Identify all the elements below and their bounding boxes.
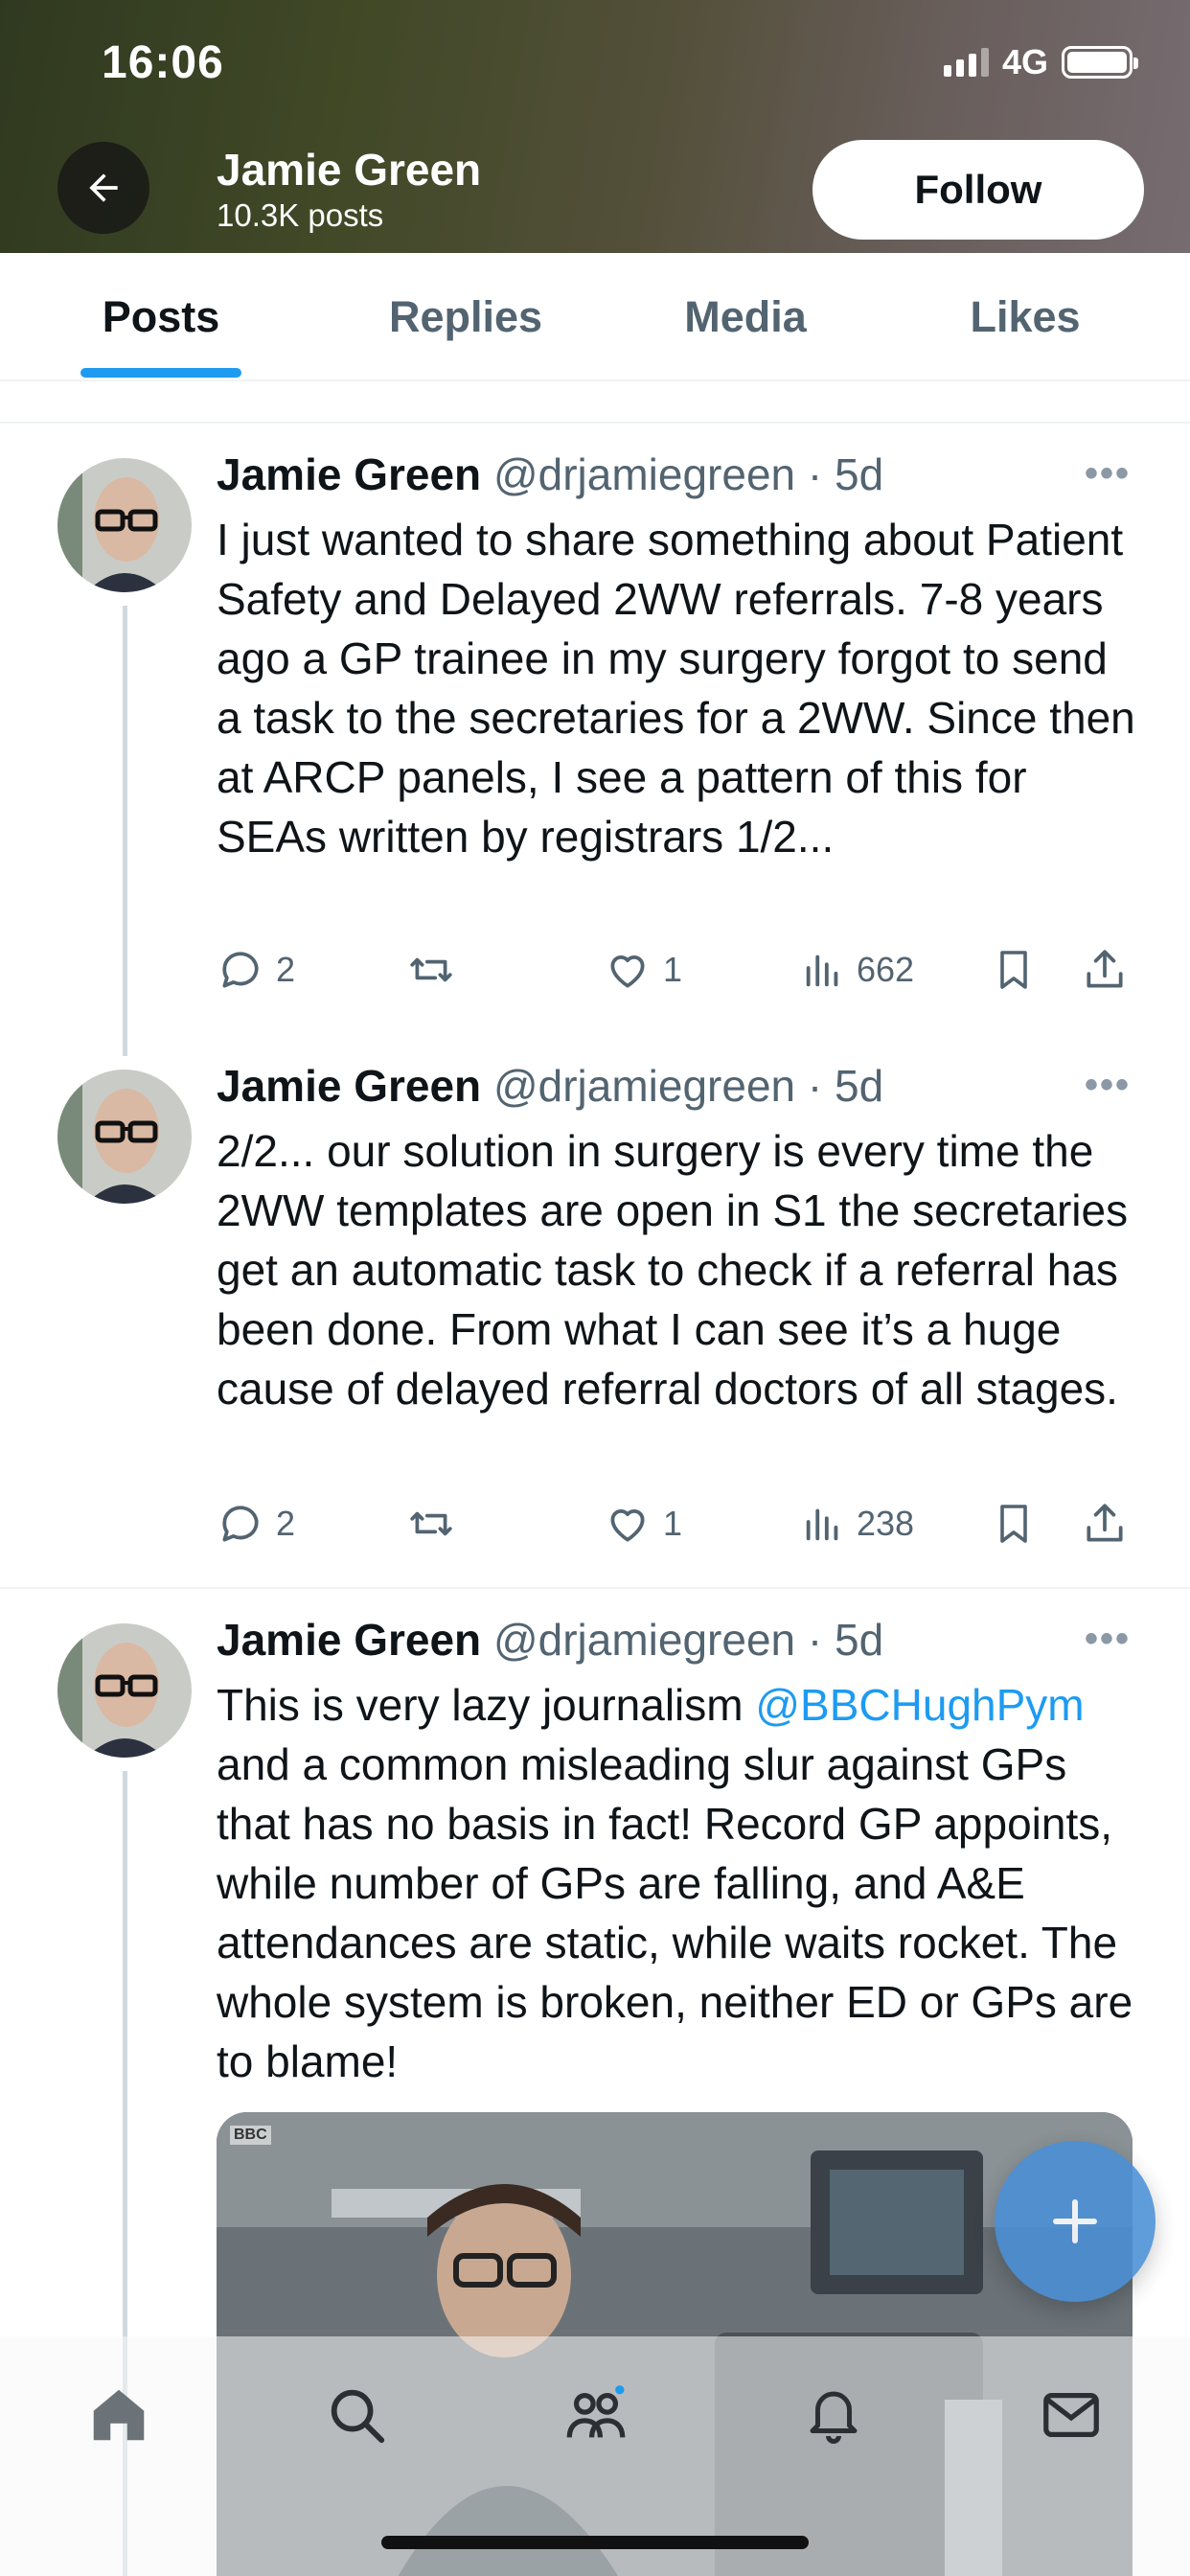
signal-icon [943, 48, 989, 77]
nav-search[interactable] [309, 2367, 404, 2463]
like-button[interactable]: 1 [604, 1495, 682, 1552]
avatar-photo [57, 458, 192, 592]
bell-icon [810, 2391, 858, 2444]
author-handle[interactable]: @drjamiegreen [493, 1615, 795, 1665]
like-button[interactable]: 1 [604, 941, 682, 999]
more-options-icon[interactable]: ••• [1085, 1618, 1131, 1661]
heart-icon [610, 955, 645, 988]
tab-replies[interactable]: Replies [360, 253, 571, 381]
speech-bubble-icon [222, 1506, 259, 1542]
profile-post-count: 10.3K posts [217, 197, 384, 233]
nav-communities[interactable] [548, 2367, 644, 2463]
tweet-header: Jamie Green @drjamiegreen · 5d [217, 449, 884, 499]
arrow-left-icon [89, 173, 118, 202]
active-tab-indicator [80, 368, 241, 378]
tweet-actions: 2 1 662 [217, 941, 1136, 999]
avatar-photo [57, 1623, 192, 1758]
repost-icon [410, 1511, 452, 1536]
views-button[interactable]: 238 [801, 1495, 914, 1552]
status-indicators: 4G [943, 42, 1138, 82]
tab-posts[interactable]: Posts [57, 253, 264, 381]
tweet-text-end: and a common misleading slur against GPs… [217, 1739, 1133, 2086]
previous-post-edge [0, 381, 1190, 424]
avatar[interactable] [57, 458, 192, 592]
back-button[interactable] [57, 142, 149, 234]
tweet-time[interactable]: 5d [835, 1061, 883, 1111]
battery-icon [1062, 46, 1138, 79]
speech-bubble-icon [222, 952, 259, 988]
author-handle[interactable]: @drjamiegreen [493, 1061, 795, 1111]
communities-icon [566, 2385, 626, 2438]
bookmark-icon [1000, 951, 1027, 989]
share-icon [1087, 950, 1123, 988]
video-logo: BBC [230, 2126, 271, 2145]
bookmark-icon [1000, 1505, 1027, 1543]
share-button[interactable] [1081, 941, 1129, 999]
tweet-actions: 2 1 238 [217, 1495, 1136, 1552]
repost-button[interactable] [404, 941, 458, 999]
view-count: 238 [857, 1504, 915, 1543]
network-label: 4G [1001, 42, 1048, 81]
more-options-icon[interactable]: ••• [1085, 1064, 1131, 1107]
tab-media[interactable]: Media [652, 253, 839, 381]
video-logo-text: BBC [230, 2126, 271, 2145]
tweet-divider [0, 1587, 1190, 1589]
tweet-time[interactable]: 5d [835, 1615, 883, 1665]
like-count: 1 [663, 1504, 683, 1543]
heart-icon [610, 1509, 645, 1542]
tweet-text: This is very lazy journalism @BBCHughPym… [217, 1675, 1136, 2091]
profile-tabs: Posts Replies Media Likes [0, 253, 1190, 381]
tweet-text: 2/2... our solution in surgery is every … [217, 1126, 1129, 1414]
home-indicator [381, 2536, 809, 2549]
mention-link[interactable]: @BBCHughPym [755, 1680, 1084, 1730]
reply-button[interactable]: 2 [217, 1495, 295, 1552]
home-icon [93, 2389, 145, 2441]
author-name[interactable]: Jamie Green [217, 1615, 481, 1665]
tweet-header: Jamie Green @drjamiegreen · 5d [217, 1061, 884, 1111]
like-count: 1 [663, 950, 683, 989]
tweet-time[interactable]: 5d [835, 449, 883, 499]
follow-button[interactable]: Follow [812, 140, 1144, 240]
view-count: 662 [857, 950, 915, 989]
thread-line [123, 606, 127, 1056]
profile-name: Jamie Green [217, 145, 482, 195]
author-handle[interactable]: @drjamiegreen [493, 449, 795, 499]
repost-icon [410, 957, 452, 982]
nav-messages[interactable] [1023, 2367, 1119, 2463]
bookmark-button[interactable] [991, 1495, 1037, 1552]
bar-chart-icon [806, 954, 838, 987]
bookmark-button[interactable] [991, 941, 1037, 999]
bar-chart-icon [806, 1508, 838, 1541]
repost-button[interactable] [404, 1495, 458, 1552]
tweet-text-start: This is very lazy journalism [217, 1680, 756, 1730]
share-icon [1087, 1504, 1123, 1542]
share-button[interactable] [1081, 1495, 1129, 1552]
reply-button[interactable]: 2 [217, 941, 295, 999]
views-button[interactable]: 662 [801, 941, 914, 999]
author-name[interactable]: Jamie Green [217, 1061, 481, 1111]
reply-count: 2 [276, 1504, 296, 1543]
search-icon [331, 2389, 385, 2444]
reply-count: 2 [276, 950, 296, 989]
compose-button[interactable] [995, 2141, 1156, 2302]
mail-icon [1043, 2392, 1099, 2438]
status-time: 16:06 [102, 37, 224, 88]
nav-notifications[interactable] [786, 2367, 881, 2463]
author-name[interactable]: Jamie Green [217, 449, 481, 499]
tweet-text: I just wanted to share something about P… [217, 515, 1135, 862]
more-options-icon[interactable]: ••• [1085, 452, 1131, 495]
profile-header: 16:06 4G Jamie Green 10.3K posts Follow [0, 0, 1190, 253]
plus-icon [1053, 2199, 1097, 2243]
avatar[interactable] [57, 1070, 192, 1204]
tab-likes[interactable]: Likes [939, 253, 1111, 381]
avatar[interactable] [57, 1623, 192, 1758]
tweet-header: Jamie Green @drjamiegreen · 5d [217, 1615, 884, 1665]
avatar-photo [57, 1070, 192, 1204]
nav-home[interactable] [71, 2367, 167, 2463]
